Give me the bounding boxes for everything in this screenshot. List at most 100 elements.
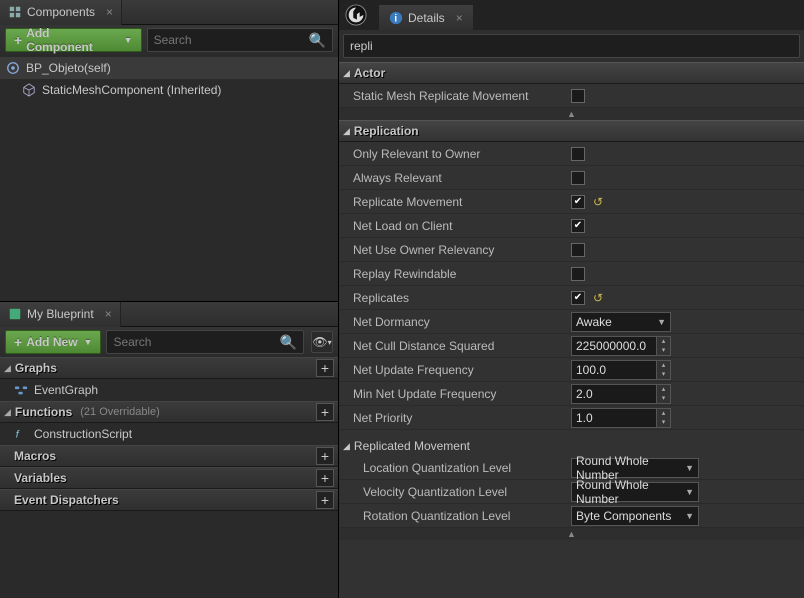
dropdown-velquant[interactable]: Round Whole Number▼ bbox=[571, 482, 699, 502]
category-functions[interactable]: ◢ Functions (21 Overridable) + bbox=[0, 401, 338, 423]
blueprint-icon bbox=[8, 307, 22, 321]
add-dispatcher-button[interactable]: + bbox=[316, 491, 334, 509]
prop-label: Net Priority bbox=[339, 411, 567, 425]
filter-input[interactable] bbox=[350, 39, 793, 53]
view-options-button[interactable]: 👁▾ bbox=[311, 331, 333, 353]
spinner-netcull[interactable]: 225000000.0 bbox=[571, 336, 671, 356]
prop-label: Replay Rewindable bbox=[339, 267, 567, 281]
tree-label: StaticMeshComponent (Inherited) bbox=[42, 83, 221, 97]
tree-row-root[interactable]: BP_Objeto(self) bbox=[0, 57, 338, 79]
checkbox[interactable] bbox=[571, 219, 585, 233]
expand-icon: ◢ bbox=[4, 363, 11, 374]
plus-icon: + bbox=[14, 334, 22, 350]
prop-label: Always Relevant bbox=[339, 171, 567, 185]
function-icon: f bbox=[14, 427, 28, 441]
chevron-down-icon: ▼ bbox=[685, 463, 694, 473]
checkbox[interactable] bbox=[571, 291, 585, 305]
chevron-down-icon: ▼ bbox=[685, 511, 694, 521]
prop-label: Only Relevant to Owner bbox=[339, 147, 567, 161]
add-graph-button[interactable]: + bbox=[316, 359, 334, 377]
search-input[interactable] bbox=[113, 335, 279, 349]
spinner-minnet[interactable]: 2.0 bbox=[571, 384, 671, 404]
spinner-icon[interactable] bbox=[656, 385, 670, 403]
category-graphs[interactable]: ◢ Graphs + bbox=[0, 357, 338, 379]
prop-label: Velocity Quantization Level bbox=[339, 485, 567, 499]
checkbox[interactable] bbox=[571, 171, 585, 185]
subsection-repmove[interactable]: ◢ Replicated Movement bbox=[339, 430, 804, 456]
tree-row-child[interactable]: StaticMeshComponent (Inherited) bbox=[0, 79, 338, 101]
checkbox[interactable] bbox=[571, 195, 585, 209]
info-icon: i bbox=[389, 11, 403, 25]
staticmesh-icon bbox=[22, 83, 36, 97]
spinner-netupdate[interactable]: 100.0 bbox=[571, 360, 671, 380]
svg-text:i: i bbox=[394, 12, 397, 24]
search-input[interactable] bbox=[154, 33, 309, 47]
eye-icon: 👁 bbox=[312, 335, 327, 349]
components-search[interactable]: 🔍 bbox=[147, 28, 333, 52]
chevron-down-icon: ▼ bbox=[124, 35, 133, 45]
section-replication[interactable]: ◢ Replication bbox=[339, 120, 804, 142]
category-variables[interactable]: Variables + bbox=[0, 467, 338, 489]
actor-icon bbox=[6, 61, 20, 75]
expand-icon: ◢ bbox=[4, 407, 11, 418]
checkbox[interactable] bbox=[571, 243, 585, 257]
prop-label: Net Load on Client bbox=[339, 219, 567, 233]
dropdown-rotquant[interactable]: Byte Components▼ bbox=[571, 506, 699, 526]
components-tab[interactable]: Components × bbox=[0, 0, 122, 25]
details-tab[interactable]: i Details × bbox=[379, 5, 474, 30]
myblueprint-tab[interactable]: My Blueprint × bbox=[0, 302, 121, 327]
tab-label: Components bbox=[27, 5, 95, 19]
prop-label: Net Dormancy bbox=[339, 315, 567, 329]
tab-label: My Blueprint bbox=[27, 307, 94, 321]
section-actor[interactable]: ◢ Actor bbox=[339, 62, 804, 84]
close-icon[interactable]: × bbox=[456, 11, 463, 25]
spinner-icon[interactable] bbox=[656, 361, 670, 379]
search-icon: 🔍 bbox=[309, 32, 326, 49]
expand-icon: ◢ bbox=[343, 441, 350, 452]
revert-icon[interactable]: ↺ bbox=[593, 291, 603, 305]
category-macros[interactable]: Macros + bbox=[0, 445, 338, 467]
graph-icon bbox=[14, 383, 28, 397]
expand-icon: ◢ bbox=[343, 68, 350, 79]
spinner-priority[interactable]: 1.0 bbox=[571, 408, 671, 428]
unreal-logo-icon bbox=[345, 4, 367, 26]
prop-label: Replicate Movement bbox=[339, 195, 567, 209]
tab-label: Details bbox=[408, 11, 445, 25]
close-icon[interactable]: × bbox=[105, 307, 112, 321]
svg-text:f: f bbox=[16, 429, 20, 441]
myblueprint-search[interactable]: 🔍 bbox=[106, 330, 304, 354]
prop-label: Rotation Quantization Level bbox=[339, 509, 567, 523]
checkbox[interactable] bbox=[571, 267, 585, 281]
chevron-down-icon: ▼ bbox=[84, 337, 93, 347]
item-constructionscript[interactable]: f ConstructionScript bbox=[0, 423, 338, 445]
collapse-arrow[interactable]: ▲ bbox=[339, 108, 804, 120]
plus-icon: + bbox=[14, 32, 22, 48]
add-variable-button[interactable]: + bbox=[316, 469, 334, 487]
checkbox[interactable] bbox=[571, 89, 585, 103]
category-dispatchers[interactable]: Event Dispatchers + bbox=[0, 489, 338, 511]
prop-label: Net Cull Distance Squared bbox=[339, 339, 567, 353]
prop-label: Min Net Update Frequency bbox=[339, 387, 567, 401]
chevron-down-icon: ▾ bbox=[328, 338, 332, 347]
add-component-button[interactable]: + Add Component ▼ bbox=[5, 28, 142, 52]
close-icon[interactable]: × bbox=[106, 5, 113, 19]
components-icon bbox=[8, 5, 22, 19]
chevron-down-icon: ▼ bbox=[657, 317, 666, 327]
prop-staticmesh-rep: Static Mesh Replicate Movement bbox=[339, 84, 804, 108]
expand-icon: ◢ bbox=[343, 126, 350, 137]
add-macro-button[interactable]: + bbox=[316, 447, 334, 465]
prop-label: Net Update Frequency bbox=[339, 363, 567, 377]
add-new-button[interactable]: + Add New ▼ bbox=[5, 330, 101, 354]
dropdown-locquant[interactable]: Round Whole Number▼ bbox=[571, 458, 699, 478]
revert-icon[interactable]: ↺ bbox=[593, 195, 603, 209]
dropdown-netdormancy[interactable]: Awake▼ bbox=[571, 312, 671, 332]
collapse-arrow[interactable]: ▲ bbox=[339, 528, 804, 540]
checkbox[interactable] bbox=[571, 147, 585, 161]
add-function-button[interactable]: + bbox=[316, 403, 334, 421]
item-eventgraph[interactable]: EventGraph bbox=[0, 379, 338, 401]
prop-label: Location Quantization Level bbox=[339, 461, 567, 475]
spinner-icon[interactable] bbox=[656, 409, 670, 427]
spinner-icon[interactable] bbox=[656, 337, 670, 355]
details-filter[interactable] bbox=[343, 34, 800, 58]
chevron-down-icon: ▼ bbox=[685, 487, 694, 497]
